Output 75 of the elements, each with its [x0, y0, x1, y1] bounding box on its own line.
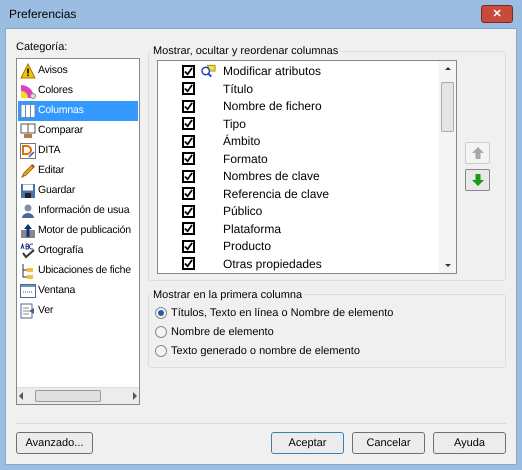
- column-name: Nombre de fichero: [223, 98, 322, 116]
- scrollbar-thumb[interactable]: [441, 82, 454, 132]
- magnifier-tag-icon: [201, 64, 216, 78]
- close-button[interactable]: ✕: [481, 5, 513, 23]
- option-label: Nombre de elemento: [171, 324, 274, 340]
- dialog-button[interactable]: Cancelar: [352, 432, 425, 454]
- document-eye-icon: [20, 303, 36, 319]
- category-item[interactable]: Ventana: [18, 281, 138, 301]
- down-arrow-icon: [470, 173, 484, 187]
- checkbox[interactable]: [182, 170, 195, 183]
- column-name: Público: [223, 203, 262, 220]
- category-label: Categoría:: [16, 40, 68, 55]
- category-item[interactable]: Avisos: [18, 61, 138, 81]
- category-item[interactable]: DITA: [18, 141, 138, 161]
- scroll-left-icon[interactable]: [19, 392, 23, 400]
- columns-icon: [20, 103, 36, 119]
- option-label: Títulos, Texto en línea o Nombre de elemento: [171, 306, 394, 321]
- up-arrow-icon: [470, 146, 484, 160]
- horizontal-scrollbar[interactable]: [17, 387, 139, 404]
- column-name: Producto: [223, 238, 272, 256]
- group-title: Mostrar en la primera columna: [152, 288, 304, 302]
- category-item[interactable]: Ubicaciones de fiche: [18, 261, 138, 281]
- checkbox[interactable]: [182, 117, 195, 130]
- category-item[interactable]: Guardar: [18, 181, 138, 201]
- pencil-icon: [20, 163, 36, 179]
- window-icon: [20, 283, 36, 299]
- column-name: Nombres de clave: [223, 168, 320, 186]
- upload-arrow-icon: [20, 223, 36, 239]
- checkbox[interactable]: [182, 64, 195, 78]
- dita-icon: [20, 143, 36, 159]
- column-name: Otras propiedades: [223, 256, 322, 273]
- user-icon: [20, 203, 36, 219]
- window-title: Preferencias: [8, 6, 76, 23]
- group-title: Mostrar, ocultar y reordenar columnas: [152, 44, 340, 59]
- scroll-up-icon[interactable]: [444, 66, 450, 70]
- checkbox[interactable]: [182, 222, 195, 236]
- checkbox[interactable]: [182, 100, 195, 113]
- radio-button[interactable]: [155, 345, 167, 357]
- category-item[interactable]: Colores: [18, 81, 138, 101]
- column-name: Plataforma: [223, 220, 282, 238]
- warning-icon: [20, 63, 36, 79]
- radio-button[interactable]: [155, 326, 167, 338]
- dialog-button[interactable]: Avanzado...: [16, 432, 93, 454]
- scroll-down-icon[interactable]: [444, 264, 450, 266]
- category-item[interactable]: Comparar: [18, 121, 138, 141]
- color-wheel-icon: [20, 83, 36, 99]
- checkbox[interactable]: [182, 257, 195, 270]
- column-name: Título: [223, 80, 254, 98]
- category-item[interactable]: Información de usua: [18, 201, 138, 221]
- checkbox[interactable]: [182, 134, 195, 148]
- checkbox[interactable]: [182, 240, 195, 253]
- documents-icon: [20, 123, 36, 139]
- column-name: Modificar atributos: [223, 63, 322, 80]
- category-item[interactable]: Editar: [18, 161, 138, 181]
- category-item[interactable]: Ortografía: [18, 241, 138, 261]
- vertical-scrollbar[interactable]: [439, 60, 456, 272]
- spellcheck-icon: [20, 243, 36, 259]
- radio-button[interactable]: [155, 307, 167, 319]
- scroll-right-icon[interactable]: [133, 392, 137, 400]
- column-name: Formato: [223, 150, 268, 168]
- scrollbar-thumb[interactable]: [35, 390, 101, 402]
- checkbox[interactable]: [182, 187, 195, 200]
- category-item[interactable]: Motor de publicación: [18, 221, 138, 241]
- option-label: Texto generado o nombre de elemento: [171, 344, 360, 359]
- column-name: Referencia de clave: [223, 186, 330, 203]
- checkbox[interactable]: [182, 82, 195, 96]
- category-item[interactable]: Ver: [18, 301, 138, 321]
- checkbox[interactable]: [182, 152, 195, 166]
- dialog-button[interactable]: Ayuda: [433, 432, 506, 454]
- column-name: Ámbito: [223, 133, 260, 150]
- dialog-button[interactable]: Aceptar: [271, 432, 344, 454]
- move-down-button[interactable]: [465, 169, 490, 191]
- checkbox[interactable]: [182, 204, 195, 218]
- folder-tree-icon: [20, 263, 36, 279]
- column-name: Tipo: [223, 116, 246, 133]
